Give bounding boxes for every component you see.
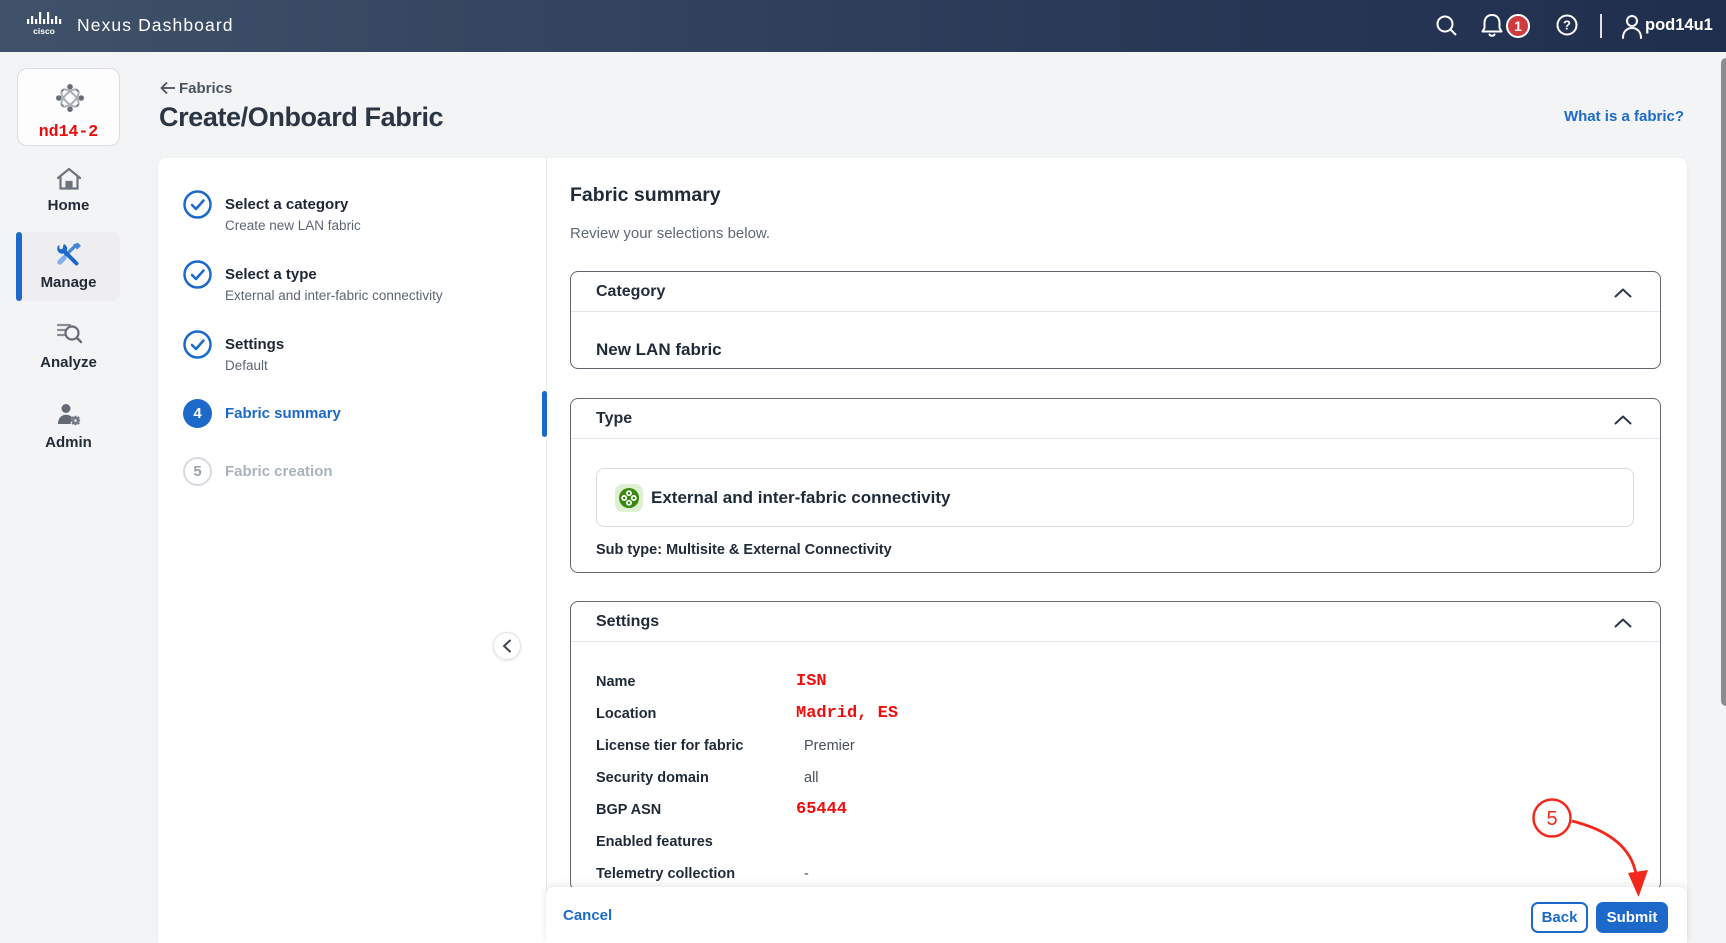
svg-text:cisco: cisco xyxy=(33,26,55,35)
svg-text:?: ? xyxy=(1563,18,1571,33)
